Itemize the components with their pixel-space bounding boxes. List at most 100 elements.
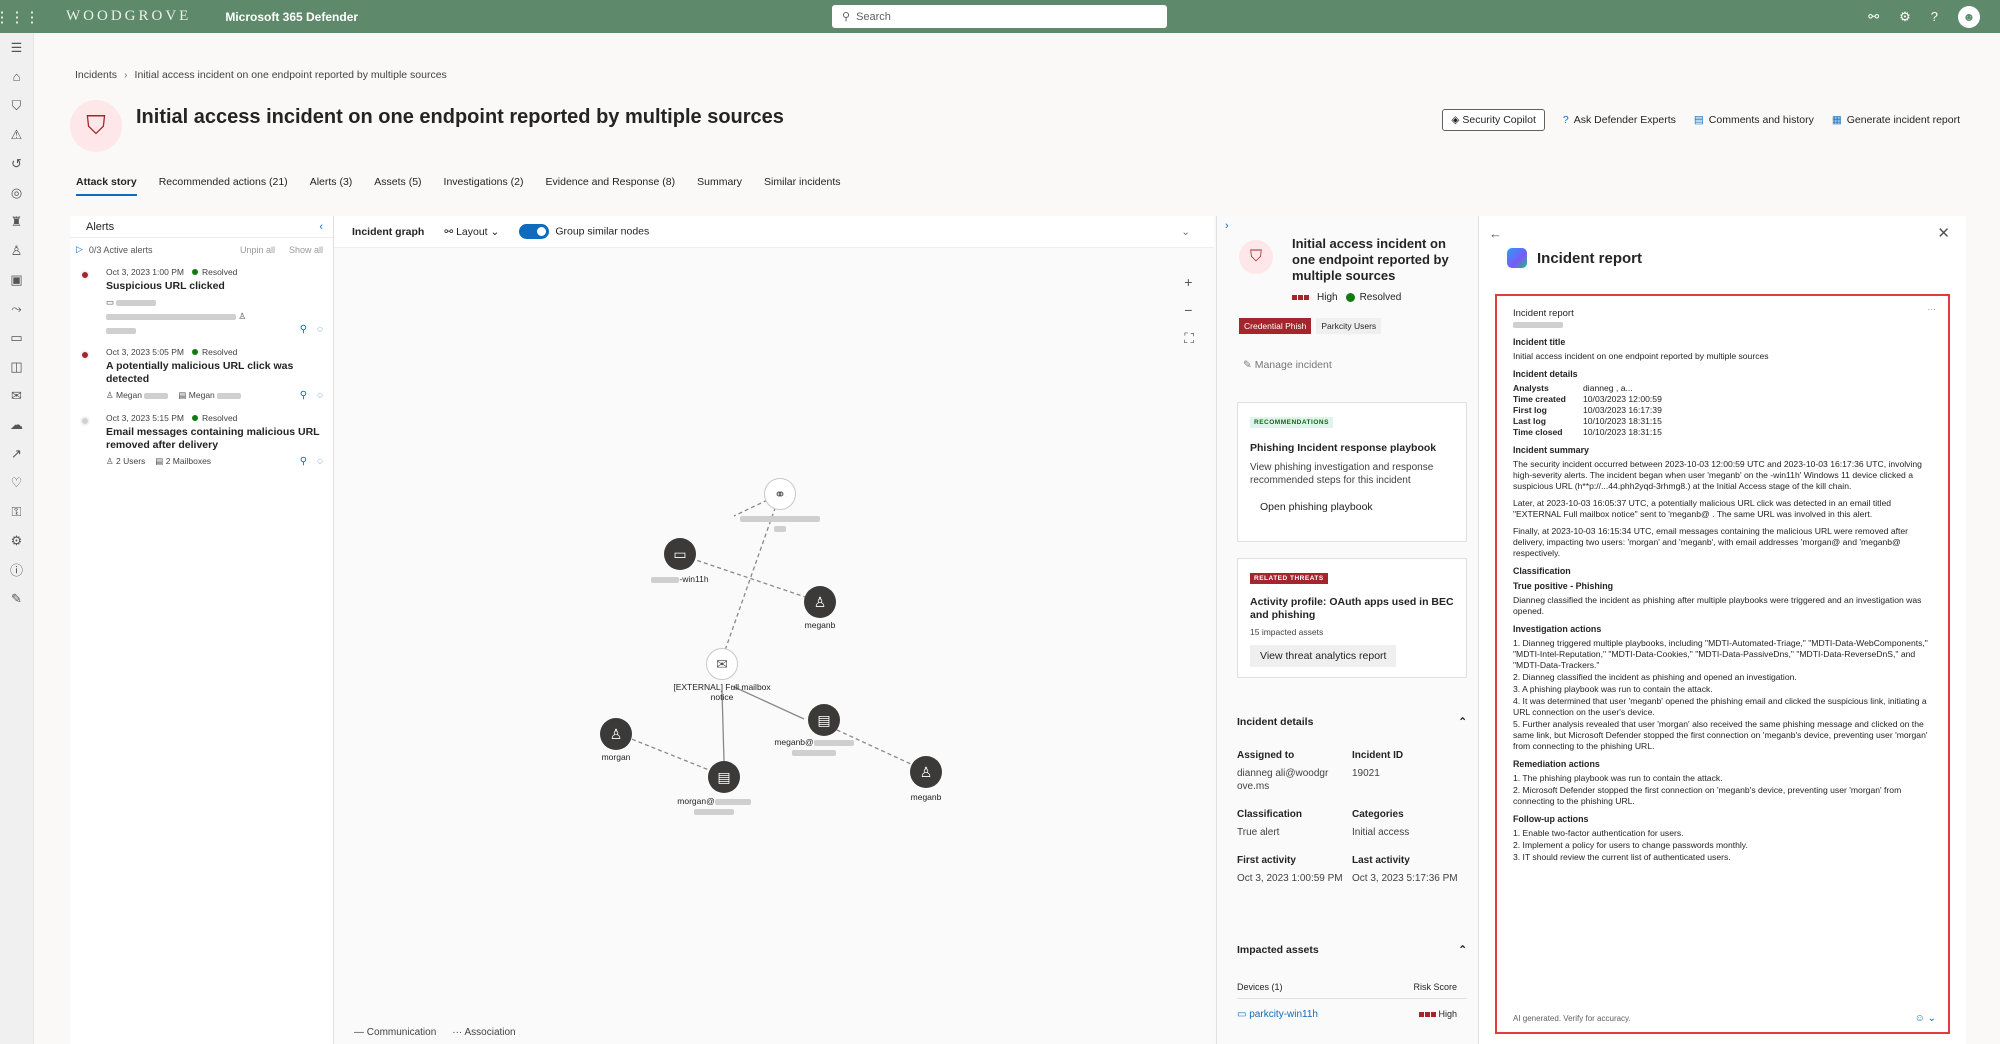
group-similar-toggle[interactable]: Group similar nodes <box>519 224 649 239</box>
device-link[interactable]: ▭ parkcity-win11h <box>1237 1009 1318 1020</box>
layout-dropdown[interactable]: ⚯ Layout ⌄ <box>444 226 499 238</box>
investigation-item: 3. A phishing playbook was run to contai… <box>1513 684 1713 694</box>
fit-icon[interactable]: ⛶ <box>1184 330 1194 347</box>
chevron-up-icon[interactable]: ⌃ <box>1458 716 1467 728</box>
investigation-item: 5. Further analysis revealed that user '… <box>1513 719 1928 751</box>
severity-label: High <box>1317 292 1338 303</box>
email-icon[interactable]: ✉ <box>0 381 33 410</box>
tab-alerts[interactable]: Alerts (3) <box>310 176 353 196</box>
user-node-icon[interactable]: ♙ <box>600 718 632 750</box>
alert-item[interactable]: Oct 3, 2023 5:15 PM Resolved Email messag… <box>70 407 333 473</box>
tab-recommended-actions[interactable]: Recommended actions (21) <box>159 176 288 196</box>
help-icon[interactable]: ? <box>1931 9 1938 24</box>
device-node-icon[interactable]: ▭ <box>664 538 696 570</box>
investigation-list: 1. Dianneg triggered multiple playbooks,… <box>1513 638 1932 752</box>
hide-icon[interactable]: ◌ <box>317 324 323 335</box>
hide-icon[interactable]: ◌ <box>317 390 323 401</box>
report-panel-title: Incident report <box>1537 249 1643 267</box>
permissions-icon[interactable]: ⚿ <box>0 497 33 526</box>
device-name: -win11h <box>679 574 709 584</box>
zoom-out-icon[interactable]: − <box>1184 302 1194 318</box>
gear-icon[interactable]: ⚙ <box>1899 9 1911 25</box>
chevron-up-icon[interactable]: ⌃ <box>1458 944 1467 956</box>
kv-key: Time created <box>1513 394 1566 404</box>
generate-report-button[interactable]: ▦ Generate incident report <box>1832 114 1960 126</box>
device-icon: ▭ <box>1237 1009 1250 1020</box>
unpin-all-button[interactable]: Unpin all <box>240 245 275 255</box>
reports-icon[interactable]: ↗ <box>0 439 33 468</box>
status-label: Resolved <box>1346 292 1402 303</box>
user-label: meganb <box>910 792 942 802</box>
kv-value: dianneg , a... <box>1583 383 1633 393</box>
close-icon[interactable]: ✕ <box>1937 224 1950 242</box>
email-node-icon[interactable]: ✉ <box>706 648 738 680</box>
graph-icon[interactable]: ⤳ <box>0 294 33 323</box>
url-node-icon[interactable]: ⚭ <box>764 478 796 510</box>
mailbox-node-icon[interactable]: ▤ <box>808 704 840 736</box>
more-options-icon[interactable]: ··· <box>1927 304 1936 315</box>
app-launcher-icon[interactable]: ⋮⋮⋮ <box>0 0 40 33</box>
zoom-in-icon[interactable]: + <box>1184 274 1194 290</box>
cloud-icon[interactable]: ☁ <box>0 410 33 439</box>
tag-credential-phish[interactable]: Credential Phish <box>1239 318 1312 334</box>
tab-summary[interactable]: Summary <box>697 176 742 196</box>
user-node-icon[interactable]: ♙ <box>910 756 942 788</box>
hunting-icon[interactable]: ◎ <box>0 178 33 207</box>
tab-similar-incidents[interactable]: Similar incidents <box>764 176 840 196</box>
history-icon[interactable]: ↺ <box>0 149 33 178</box>
edit-icon[interactable]: ✎ <box>0 584 33 613</box>
alert-item[interactable]: Oct 3, 2023 1:00 PM Resolved Suspicious U… <box>70 261 333 341</box>
pin-icon[interactable]: ⚲ <box>300 456 307 467</box>
view-threat-report-button[interactable]: View threat analytics report <box>1250 645 1397 667</box>
security-copilot-button[interactable]: ◈ Security Copilot <box>1442 109 1545 131</box>
tab-assets[interactable]: Assets (5) <box>374 176 421 196</box>
info-icon[interactable]: ⓘ <box>0 555 33 584</box>
feedback-icon[interactable]: ☺ ⌄ <box>1915 1013 1936 1024</box>
breadcrumb-incidents[interactable]: Incidents <box>75 69 117 81</box>
settings-icon[interactable]: ⚙ <box>0 526 33 555</box>
incident-report-panel: ← ✕ Incident report ··· Incident report … <box>1478 216 1966 1044</box>
tab-investigations[interactable]: Investigations (2) <box>444 176 524 196</box>
alert-icon[interactable]: ⚠ <box>0 120 33 149</box>
hide-icon[interactable]: ◌ <box>317 456 323 467</box>
pin-icon[interactable]: ⚲ <box>300 390 307 401</box>
toggle-switch[interactable] <box>519 224 550 239</box>
tag-parkcity-users[interactable]: Parkcity Users <box>1316 318 1382 334</box>
open-playbook-button[interactable]: Open phishing playbook <box>1250 497 1383 517</box>
alert-name: Email messages containing malicious URL … <box>106 426 320 451</box>
alerts-panel: Alerts ‹ ▷ 0/3 Active alerts Unpin all Sho… <box>70 216 334 1044</box>
share-icon[interactable]: ⚯ <box>1868 9 1879 25</box>
risk-header: Risk Score <box>1413 982 1457 992</box>
health-icon[interactable]: ♡ <box>0 468 33 497</box>
collapse-icon[interactable]: ‹ <box>319 221 323 233</box>
question-icon: ? <box>1562 114 1569 126</box>
show-all-button[interactable]: Show all <box>289 245 323 255</box>
categories-value: Initial access <box>1352 827 1410 838</box>
endpoints-icon[interactable]: ▭ <box>0 323 33 352</box>
user-icon: ♙ <box>106 456 114 466</box>
alert-item[interactable]: Oct 3, 2023 5:05 PM Resolved A potentiall… <box>70 341 333 407</box>
avatar[interactable]: ☻ <box>1958 5 1980 28</box>
back-arrow-icon[interactable]: ← <box>1489 226 1502 241</box>
pin-icon[interactable]: ⚲ <box>300 324 307 335</box>
comments-button[interactable]: ▤ Comments and history <box>1694 114 1814 126</box>
chevron-right-icon[interactable]: › <box>1225 220 1229 232</box>
kv-key: First log <box>1513 405 1547 415</box>
partners-icon[interactable]: ♙ <box>0 236 33 265</box>
expand-icon[interactable]: ⌄ <box>1181 226 1190 238</box>
shield-icon[interactable]: ⛉ <box>0 91 33 120</box>
hamburger-icon[interactable]: ☰ <box>0 33 33 62</box>
ask-experts-button[interactable]: ? Ask Defender Experts <box>1563 114 1676 126</box>
devices-icon[interactable]: ◫ <box>0 352 33 381</box>
play-icon[interactable]: ▷ <box>76 244 83 255</box>
product-name[interactable]: Microsoft 365 Defender <box>225 10 358 24</box>
tab-evidence[interactable]: Evidence and Response (8) <box>546 176 676 196</box>
manage-incident-button[interactable]: ✎ Manage incident <box>1243 359 1332 371</box>
search-input[interactable]: ⚲ Search <box>832 5 1167 28</box>
tab-attack-story[interactable]: Attack story <box>76 176 137 196</box>
home-icon[interactable]: ⌂ <box>0 62 33 91</box>
mailbox-node-icon[interactable]: ▤ <box>708 761 740 793</box>
trophy-icon[interactable]: ♜ <box>0 207 33 236</box>
assets-icon[interactable]: ▣ <box>0 265 33 294</box>
user-node-icon[interactable]: ♙ <box>804 586 836 618</box>
